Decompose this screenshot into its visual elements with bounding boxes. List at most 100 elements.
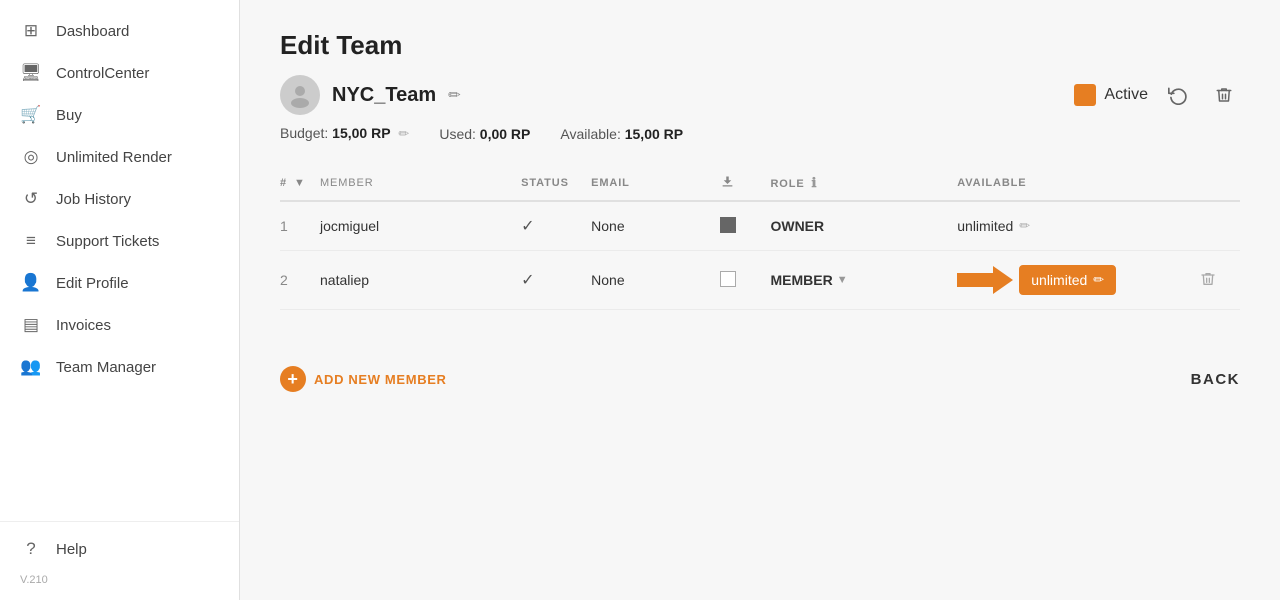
available-highlight-box: unlimited ✏	[1019, 265, 1116, 295]
delete-team-btn[interactable]	[1208, 79, 1240, 111]
sidebar-item-unlimited-render[interactable]: ◎ Unlimited Render	[0, 136, 239, 178]
team-header: NYC_Team ✏ Active	[280, 75, 1240, 115]
header-right: Active	[1074, 79, 1240, 111]
team-name: NYC_Team	[332, 84, 436, 107]
role-value: MEMBER	[770, 272, 832, 288]
available-value: 15,00 RP	[625, 126, 683, 142]
table-row: 1 jocmiguel ✓ None OWNER unlimited ✏	[280, 201, 1240, 251]
avatar	[280, 75, 320, 115]
sidebar-item-label: Dashboard	[56, 23, 129, 40]
page-title: Edit Team	[280, 30, 1240, 61]
active-dot	[1074, 84, 1096, 106]
team-name-edit-icon[interactable]: ✏	[448, 86, 461, 104]
used-label: Used:	[439, 126, 476, 142]
row1-available: unlimited ✏	[957, 201, 1200, 251]
sidebar-item-label: Edit Profile	[56, 275, 129, 292]
col-header-available: AVAILABLE	[957, 166, 1200, 201]
help-icon: ?	[20, 538, 42, 560]
footer-row: + ADD NEW MEMBER BACK	[280, 338, 1240, 392]
role-info-icon[interactable]: ℹ	[811, 175, 817, 190]
available-highlight-wrapper: unlimited ✏	[957, 265, 1190, 295]
used-value: 0,00 RP	[480, 126, 531, 142]
budget-edit-icon[interactable]: ✏	[398, 126, 409, 141]
col-header-actions	[1200, 166, 1240, 201]
available-info: Available: 15,00 RP	[560, 126, 683, 142]
profile-icon: 👤	[20, 272, 42, 294]
members-table: # ▼ MEMBER STATUS EMAIL ROLE ℹ AVAILABLE	[280, 166, 1240, 310]
sidebar-item-label: Invoices	[56, 317, 111, 334]
available-cell: unlimited ✏	[957, 218, 1190, 234]
sort-icon[interactable]: ▼	[294, 177, 306, 189]
cart-icon: 🛒	[20, 104, 42, 126]
budget-info: Budget: 15,00 RP ✏	[280, 125, 409, 142]
monitor-icon: 🖥	[20, 62, 42, 84]
role-value: OWNER	[770, 218, 824, 234]
add-member-button[interactable]: + ADD NEW MEMBER	[280, 366, 447, 392]
available-highlight-edit-icon[interactable]: ✏	[1093, 272, 1104, 288]
dashboard-icon: ⊞	[20, 20, 42, 42]
add-circle-icon: +	[280, 366, 306, 392]
sidebar-item-job-history[interactable]: ↺ Job History	[0, 178, 239, 220]
sidebar-item-support-tickets[interactable]: ≡ Support Tickets	[0, 220, 239, 262]
row2-email: None	[591, 251, 720, 310]
download-checkbox-empty[interactable]	[720, 271, 736, 287]
col-header-download	[720, 166, 770, 201]
table-row: 2 nataliep ✓ None MEMBER ▼	[280, 251, 1240, 310]
row2-delete-action[interactable]	[1200, 251, 1240, 310]
col-header-num: # ▼	[280, 166, 320, 201]
available-label: Available:	[560, 126, 620, 142]
row1-role: OWNER	[770, 201, 957, 251]
main-content: Edit Team NYC_Team ✏ Active	[240, 0, 1280, 600]
tickets-icon: ≡	[20, 230, 42, 252]
row2-member: nataliep	[320, 251, 521, 310]
sidebar-item-controlcenter[interactable]: 🖥 ControlCenter	[0, 52, 239, 94]
row1-checkbox[interactable]	[720, 201, 770, 251]
row1-status: ✓	[521, 201, 591, 251]
role-with-arrow: MEMBER ▼	[770, 272, 947, 288]
status-check-icon: ✓	[521, 218, 534, 235]
row2-num: 2	[280, 251, 320, 310]
available-text: unlimited	[957, 218, 1013, 234]
sidebar-item-edit-profile[interactable]: 👤 Edit Profile	[0, 262, 239, 304]
row1-actions	[1200, 201, 1240, 251]
sidebar-item-buy[interactable]: 🛒 Buy	[0, 94, 239, 136]
sidebar-item-label: Buy	[56, 107, 82, 124]
history-icon: ↺	[20, 188, 42, 210]
active-badge: Active	[1074, 84, 1148, 106]
invoices-icon: ▤	[20, 314, 42, 336]
help-label: Help	[56, 541, 87, 558]
role-dropdown-arrow[interactable]: ▼	[837, 274, 848, 286]
col-header-role: ROLE ℹ	[770, 166, 957, 201]
version-label: V.210	[0, 570, 239, 590]
team-icon: 👥	[20, 356, 42, 378]
add-member-label: ADD NEW MEMBER	[314, 372, 447, 387]
row2-checkbox[interactable]	[720, 251, 770, 310]
available-highlight-text: unlimited	[1031, 272, 1087, 288]
available-edit-icon[interactable]: ✏	[1019, 218, 1030, 234]
back-button[interactable]: BACK	[1191, 371, 1240, 388]
active-label: Active	[1104, 86, 1148, 104]
sidebar-item-invoices[interactable]: ▤ Invoices	[0, 304, 239, 346]
col-header-status: STATUS	[521, 166, 591, 201]
col-header-email: EMAIL	[591, 166, 720, 201]
table-header-row: # ▼ MEMBER STATUS EMAIL ROLE ℹ AVAILABLE	[280, 166, 1240, 201]
status-check-icon: ✓	[521, 272, 534, 289]
sidebar-item-label: Team Manager	[56, 359, 156, 376]
sidebar-item-label: Support Tickets	[56, 233, 159, 250]
download-checkbox-filled[interactable]	[720, 217, 736, 233]
history-btn[interactable]	[1162, 79, 1194, 111]
sidebar-item-label: ControlCenter	[56, 65, 149, 82]
sidebar-item-team-manager[interactable]: 👥 Team Manager	[0, 346, 239, 388]
used-info: Used: 0,00 RP	[439, 126, 530, 142]
sidebar-item-label: Job History	[56, 191, 131, 208]
members-tbody: 1 jocmiguel ✓ None OWNER unlimited ✏	[280, 201, 1240, 310]
budget-value: 15,00 RP	[332, 125, 390, 141]
annotation-arrow	[957, 266, 1013, 294]
budget-label: Budget:	[280, 125, 328, 141]
sidebar-item-help[interactable]: ? Help	[0, 528, 239, 570]
sidebar-item-dashboard[interactable]: ⊞ Dashboard	[0, 10, 239, 52]
row1-email: None	[591, 201, 720, 251]
row2-status: ✓	[521, 251, 591, 310]
row1-member: jocmiguel	[320, 201, 521, 251]
row2-available: unlimited ✏	[957, 251, 1200, 310]
